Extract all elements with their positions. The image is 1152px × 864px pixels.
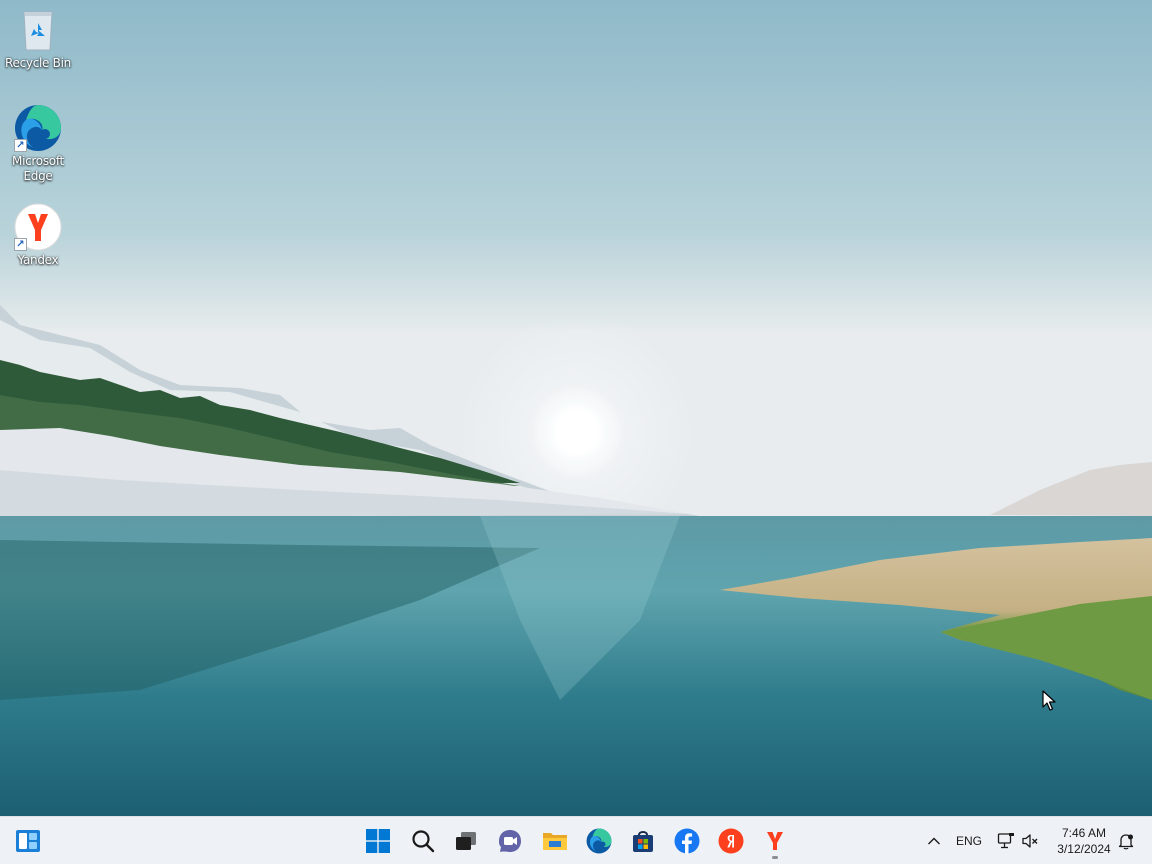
- running-indicator: [772, 856, 778, 859]
- recycle-bin-icon: [14, 6, 62, 54]
- yandex-browser-icon: [767, 832, 783, 850]
- chevron-up-icon: [928, 837, 940, 845]
- microsoft-store-button[interactable]: [623, 821, 663, 861]
- wallpaper: [0, 0, 1152, 816]
- folder-icon: [543, 833, 567, 850]
- task-view-button[interactable]: [446, 821, 486, 861]
- tray-overflow-button[interactable]: [918, 821, 950, 861]
- windows-start-icon: [366, 829, 390, 853]
- file-explorer-button[interactable]: [535, 821, 575, 861]
- desktop-icon-microsoft-edge[interactable]: ↗ Microsoft Edge: [2, 104, 74, 184]
- edge-icon: [586, 828, 612, 854]
- facebook-icon: [674, 828, 700, 854]
- desktop-icon-label: Recycle Bin: [5, 56, 71, 70]
- search-button[interactable]: [403, 821, 443, 861]
- yandex-browser-icon: ↗: [14, 203, 62, 251]
- yandex-button[interactable]: [711, 821, 751, 861]
- desktop-icon-label: Yandex: [17, 253, 59, 267]
- desktop[interactable]: Recycle Bin ↗ Microsoft Edge ↗ Yandex: [0, 0, 1152, 816]
- clock-date: 3/12/2024: [1057, 842, 1111, 856]
- notification-bell-icon: [1118, 834, 1134, 850]
- yandex-icon: [718, 828, 744, 854]
- shortcut-arrow-icon: ↗: [14, 139, 27, 152]
- network-icon: [997, 833, 1014, 849]
- chat-button[interactable]: [490, 821, 530, 861]
- search-icon: [412, 830, 435, 853]
- widgets-button[interactable]: [8, 821, 48, 861]
- volume-muted-icon: [1022, 834, 1038, 848]
- language-indicator[interactable]: ENG: [956, 834, 982, 848]
- network-volume-button[interactable]: [992, 821, 1044, 861]
- desktop-icon-recycle-bin[interactable]: Recycle Bin: [2, 6, 74, 71]
- shortcut-arrow-icon: ↗: [14, 238, 27, 251]
- desktop-icon-label: Microsoft Edge: [12, 154, 64, 183]
- notification-button[interactable]: [1112, 821, 1140, 861]
- yandex-browser-button[interactable]: [755, 821, 795, 861]
- facebook-button[interactable]: [667, 821, 707, 861]
- store-icon: [633, 831, 653, 852]
- widgets-icon: [16, 830, 40, 852]
- chat-icon: [499, 830, 521, 852]
- clock-time: 7:46 AM: [1061, 826, 1107, 840]
- clock[interactable]: 7:46 AM 3/12/2024: [1050, 825, 1118, 857]
- task-view-icon: [456, 832, 476, 850]
- start-button[interactable]: [358, 821, 398, 861]
- desktop-icon-yandex[interactable]: ↗ Yandex: [2, 203, 74, 268]
- edge-icon: ↗: [14, 104, 62, 152]
- taskbar: ENG 7:46 AM 3/12/2024: [0, 816, 1152, 864]
- edge-taskbar-button[interactable]: [579, 821, 619, 861]
- mouse-cursor-icon: [1042, 690, 1056, 711]
